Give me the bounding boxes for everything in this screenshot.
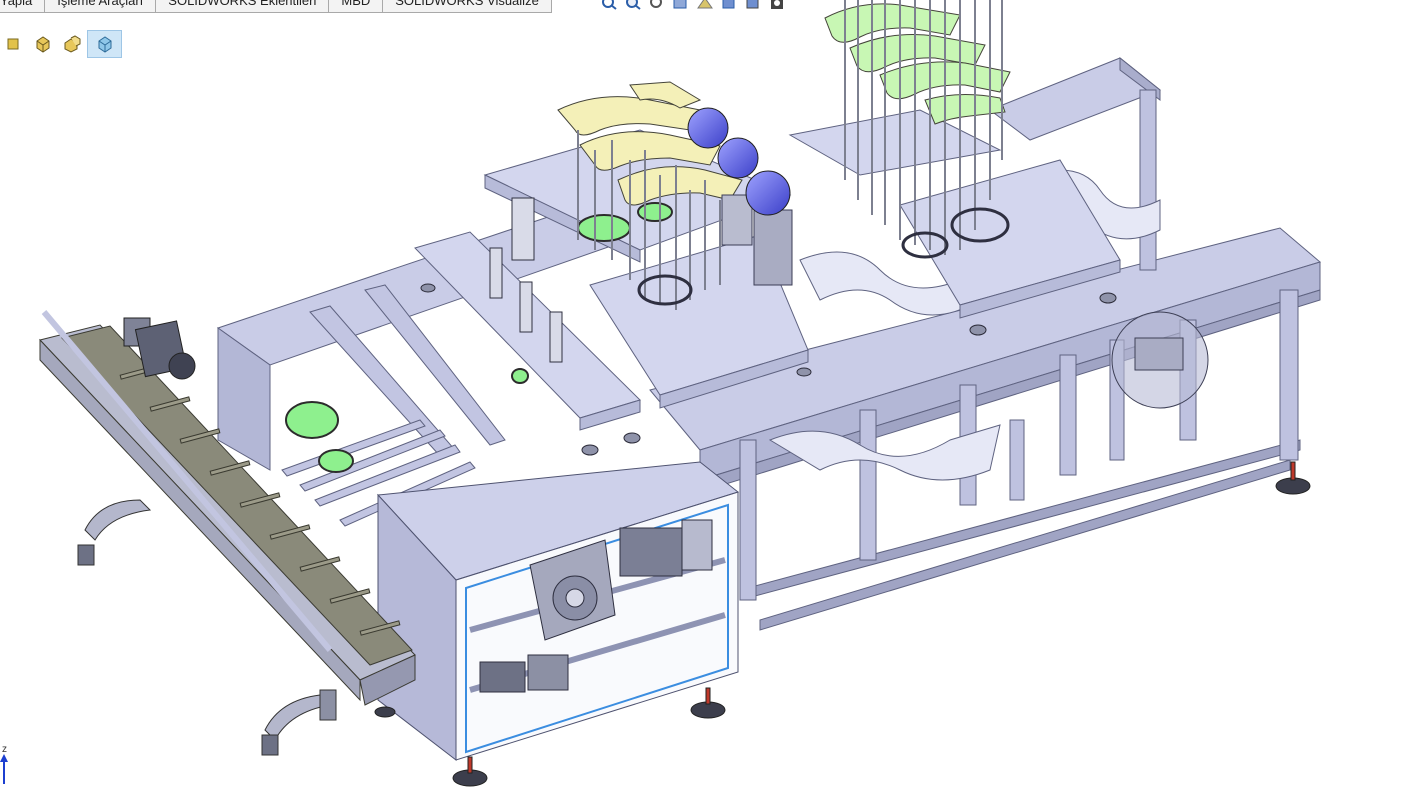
- main-drive-wheel: [1111, 311, 1209, 409]
- graphics-area[interactable]: [0, 0, 1405, 787]
- coordinate-triad-icon: [0, 754, 8, 784]
- gripper-plates-green: [824, 3, 1011, 125]
